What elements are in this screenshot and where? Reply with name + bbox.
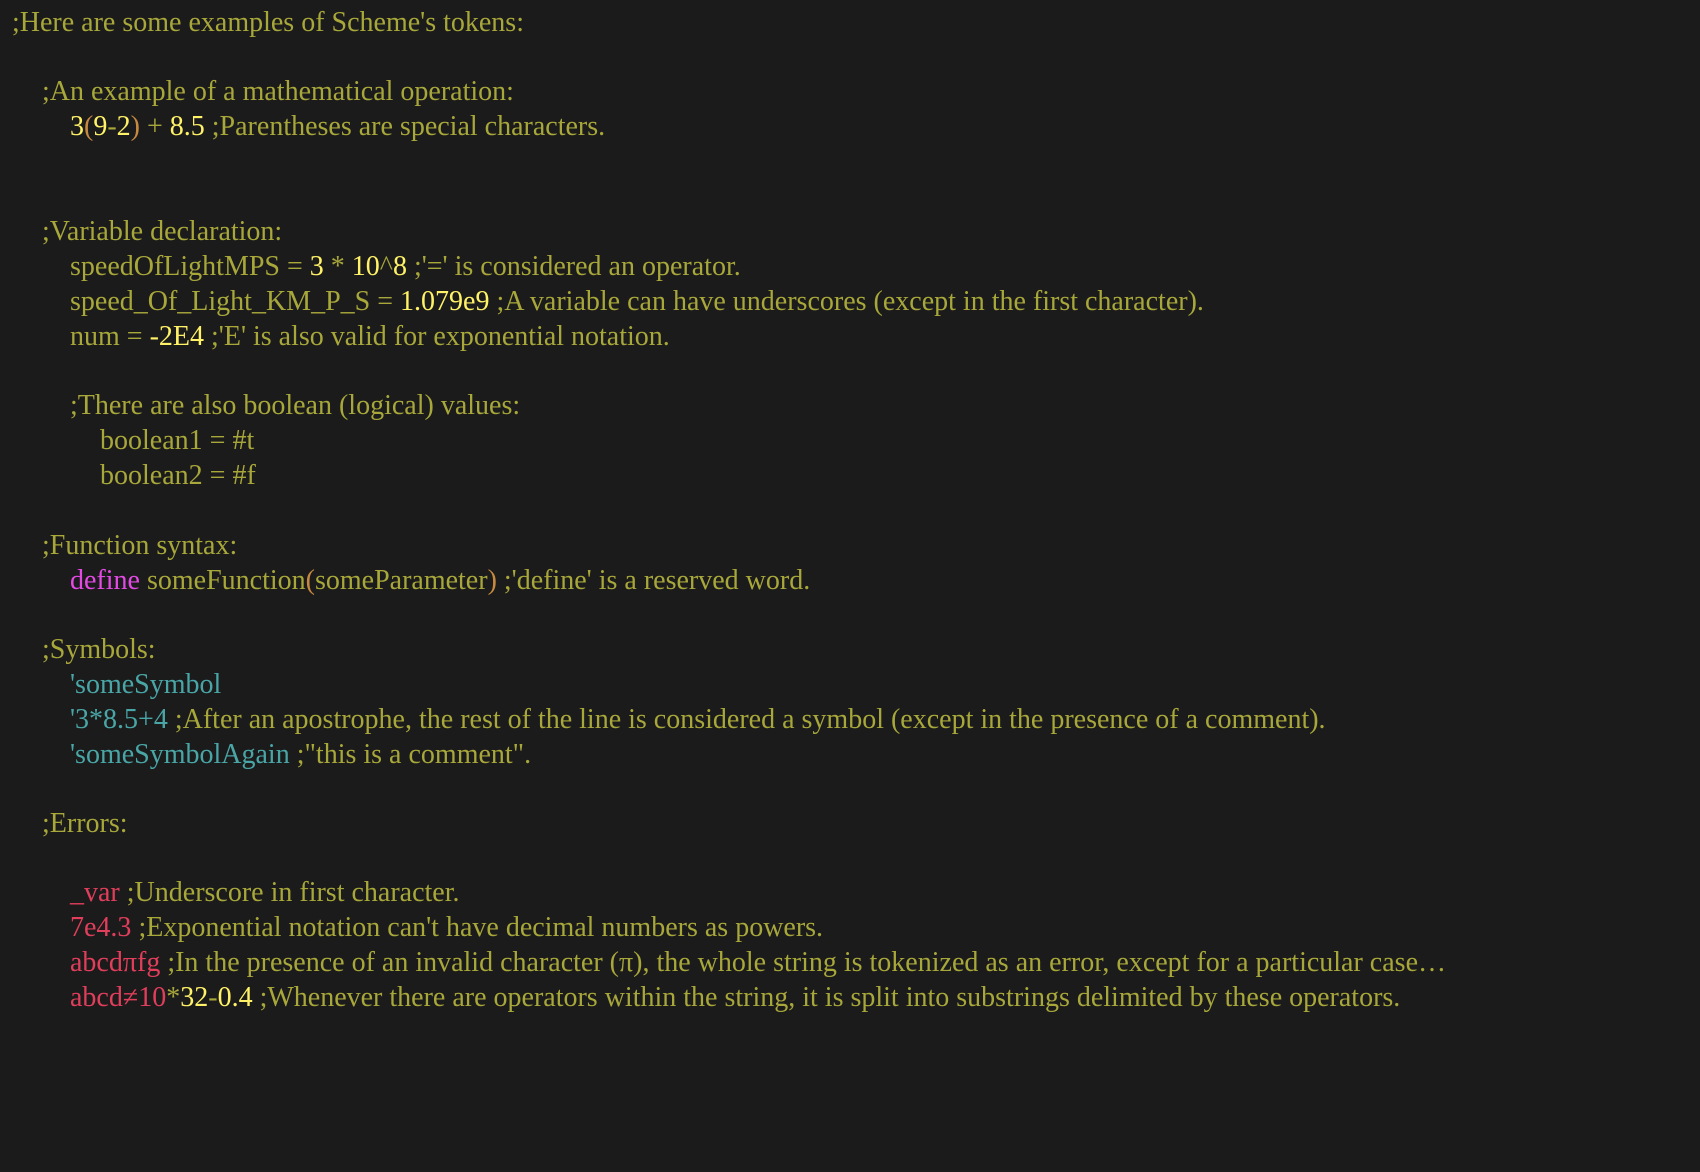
code-line: _var ;Underscore in first character.	[70, 874, 460, 912]
number-token: 3	[309, 251, 324, 282]
identifier-token: num	[70, 321, 120, 352]
code-line: 'someSymbol	[70, 666, 221, 704]
error-token: abcdπfg	[70, 947, 161, 978]
number-token: 3	[70, 111, 84, 142]
operator-token: =	[202, 460, 233, 491]
code-editor[interactable]: ;Here are some examples of Scheme's toke…	[0, 0, 1700, 1172]
number-token: -2E4	[149, 321, 205, 352]
number-token: 1.079e9	[400, 286, 490, 317]
code-line: define someFunction(someParameter) ;'def…	[70, 562, 810, 600]
operator-token: ^	[379, 251, 393, 282]
comment-token: ;Symbols:	[42, 634, 156, 665]
comment-token: ;'define' is a reserved word.	[496, 565, 811, 596]
comment-token	[140, 565, 147, 596]
code-line: ;Symbols:	[42, 631, 156, 669]
code-line: num = -2E4 ;'E' is also valid for expone…	[70, 318, 670, 356]
code-line: 3(9-2) + 8.5 ;Parentheses are special ch…	[70, 108, 605, 146]
code-line: ;There are also boolean (logical) values…	[70, 387, 520, 425]
operator-token: *	[166, 982, 181, 1013]
identifier-token: speed_Of_Light_KM_P_S	[70, 286, 371, 317]
operator-token: =	[119, 321, 150, 352]
comment-token: ;An example of a mathematical operation:	[42, 76, 514, 107]
operator-token: *	[323, 251, 352, 282]
operator-token: +	[139, 111, 170, 142]
comment-token: ;Parentheses are special characters.	[204, 111, 606, 142]
code-line: ;Function syntax:	[42, 527, 237, 565]
comment-token: ;There are also boolean (logical) values…	[70, 390, 521, 421]
error-token: 7e4.3	[70, 912, 132, 943]
operator-token: =	[280, 251, 310, 282]
comment-token: ;'=' is considered an operator.	[406, 251, 741, 282]
code-line: speedOfLightMPS = 3 * 10^8 ;'=' is consi…	[70, 248, 741, 286]
code-line: abcdπfg ;In the presence of an invalid c…	[70, 944, 1446, 982]
comment-token: ;"this is a comment".	[289, 739, 532, 770]
code-line: 'someSymbolAgain ;"this is a comment".	[70, 736, 531, 774]
comment-token: ;Function syntax:	[42, 530, 238, 561]
comment-token: ;Underscore in first character.	[119, 877, 460, 908]
code-line: ;Variable declaration:	[42, 213, 282, 251]
number-token: 8	[392, 251, 407, 282]
code-line: ;An example of a mathematical operation:	[42, 73, 514, 111]
comment-token: ;Variable declaration:	[42, 216, 283, 247]
keyword-token: define	[70, 565, 140, 596]
code-line: '3*8.5+4 ;After an apostrophe, the rest …	[70, 701, 1326, 739]
operator-token: -	[107, 111, 117, 142]
comment-token: ;Whenever there are operators within the…	[252, 982, 1401, 1013]
number-token: 32	[180, 982, 209, 1013]
operator-token: =	[370, 286, 401, 317]
code-line: ;Errors:	[42, 805, 128, 843]
number-token: 2	[116, 111, 131, 142]
paren-token: )	[487, 565, 497, 596]
code-line: abcd≠10*32-0.4 ;Whenever there are opera…	[70, 979, 1400, 1017]
symbol-token: 'someSymbolAgain	[70, 739, 290, 770]
number-token: 0.4	[217, 982, 253, 1013]
comment-token: ;Here are some examples of Scheme's toke…	[12, 7, 524, 38]
operator-token: -	[208, 982, 218, 1013]
number-token: 10	[351, 251, 380, 282]
identifier-token: someFunction	[146, 565, 306, 596]
number-token: 9	[93, 111, 108, 142]
code-line: 7e4.3 ;Exponential notation can't have d…	[70, 909, 823, 947]
boolean-token: #t	[232, 425, 255, 456]
identifier-token: speedOfLightMPS	[70, 251, 280, 282]
identifier-token: boolean1	[100, 425, 203, 456]
comment-token: ;'E' is also valid for exponential notat…	[204, 321, 670, 352]
code-line: boolean1 = #t	[100, 422, 254, 460]
number-token: 8.5	[169, 111, 205, 142]
symbol-token: 'someSymbol	[70, 669, 222, 700]
identifier-token: boolean2	[100, 460, 203, 491]
code-line: boolean2 = #f	[100, 457, 256, 495]
paren-token: (	[305, 565, 315, 596]
code-line: speed_Of_Light_KM_P_S = 1.079e9 ;A varia…	[70, 283, 1204, 321]
comment-token: ;A variable can have underscores (except…	[489, 286, 1204, 317]
paren-token: (	[84, 111, 94, 142]
code-line: ;Here are some examples of Scheme's toke…	[12, 4, 524, 42]
comment-token: ;Exponential notation can't have decimal…	[131, 912, 824, 943]
identifier-token: someParameter	[314, 565, 488, 596]
comment-token: ;Errors:	[42, 808, 128, 839]
comment-token: ;In the presence of an invalid character…	[160, 947, 1446, 978]
paren-token: )	[130, 111, 140, 142]
error-token: _var	[70, 877, 120, 908]
comment-token: ;After an apostrophe, the rest of the li…	[167, 704, 1326, 735]
symbol-token: '3*8.5+4	[70, 704, 168, 735]
boolean-token: #f	[232, 460, 256, 491]
operator-token: =	[202, 425, 233, 456]
error-token: abcd≠10	[70, 982, 167, 1013]
